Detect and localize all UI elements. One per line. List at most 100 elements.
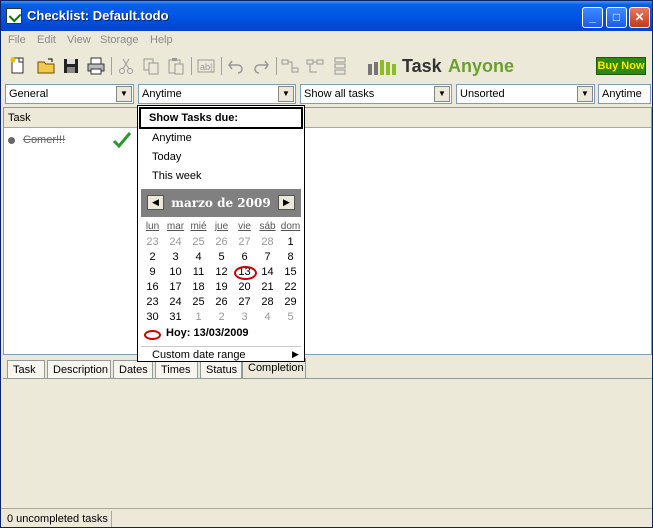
calendar-day[interactable]: 22 (279, 281, 302, 296)
calendar-day[interactable]: 1 (279, 236, 302, 251)
calendar-day[interactable]: 30 (141, 311, 164, 326)
calendar-day[interactable]: 3 (233, 311, 256, 326)
calendar-day[interactable]: 27 (233, 236, 256, 251)
delete-task-icon[interactable] (330, 56, 350, 76)
chevron-down-icon[interactable]: ▼ (116, 86, 132, 102)
chevron-down-icon[interactable]: ▼ (577, 86, 593, 102)
calendar-day[interactable]: 19 (210, 281, 233, 296)
calendar-month-title: marzo de 2009 (171, 196, 271, 210)
calendar-day[interactable]: 5 (210, 251, 233, 266)
close-button[interactable]: ✕ (629, 7, 650, 28)
menu-edit[interactable]: Edit (37, 34, 56, 46)
task-list[interactable]: Task Comer!!! (3, 107, 652, 355)
print-icon[interactable] (86, 56, 106, 76)
calendar-day[interactable]: 11 (187, 266, 210, 281)
chevron-down-icon[interactable]: ▼ (434, 86, 450, 102)
title-bar[interactable]: Checklist: Default.todo _ □ ✕ (1, 1, 652, 31)
calendar-day[interactable]: 24 (164, 296, 187, 311)
today-label[interactable]: Hoy: 13/03/2009 (166, 327, 249, 339)
menu-file[interactable]: File (8, 34, 26, 46)
toolbar-divider (276, 57, 277, 75)
calendar-day[interactable]: 29 (279, 296, 302, 311)
calendar-day[interactable]: 26 (210, 296, 233, 311)
tab-task[interactable]: Task (7, 360, 45, 379)
calendar-day[interactable]: 18 (187, 281, 210, 296)
buy-now-button[interactable]: Buy Now (596, 57, 646, 75)
category-combo[interactable]: General ▼ (5, 84, 134, 104)
calendar-day[interactable]: 25 (187, 296, 210, 311)
option-today[interactable]: Today (152, 151, 181, 163)
calendar-day[interactable]: 17 (164, 281, 187, 296)
calendar-day[interactable]: 28 (256, 236, 279, 251)
checkmark-icon[interactable] (112, 131, 132, 149)
maximize-button[interactable]: □ (606, 7, 627, 28)
tab-times[interactable]: Times (155, 360, 198, 379)
open-folder-icon[interactable] (36, 56, 56, 76)
menu-view[interactable]: View (67, 34, 91, 46)
sort-combo[interactable]: Unsorted ▼ (456, 84, 595, 104)
svg-text:ab|: ab| (200, 62, 212, 72)
calendar-day[interactable]: 4 (256, 311, 279, 326)
calendar-day[interactable]: 25 (187, 236, 210, 251)
category-value: General (9, 88, 49, 100)
calendar-day[interactable]: 26 (210, 236, 233, 251)
calendar-day[interactable]: 7 (256, 251, 279, 266)
calendar-day[interactable]: 15 (279, 266, 302, 281)
toolbar-divider (221, 57, 222, 75)
calendar-day[interactable]: 5 (279, 311, 302, 326)
calendar-day[interactable]: 9 (141, 266, 164, 281)
option-this-week[interactable]: This week (152, 170, 202, 182)
calendar-day[interactable]: 20 (233, 281, 256, 296)
custom-date-range-item[interactable]: Custom date range (152, 349, 246, 361)
chevron-down-icon[interactable]: ▼ (278, 86, 294, 102)
spellcheck-icon[interactable]: ab| (196, 56, 216, 76)
due-value: Anytime (142, 88, 182, 100)
tab-description[interactable]: Description (47, 360, 111, 379)
calendar-day[interactable]: 21 (256, 281, 279, 296)
calendar-day[interactable]: 23 (141, 236, 164, 251)
list-item[interactable]: Comer!!! (4, 130, 138, 150)
tab-status[interactable]: Status (200, 360, 242, 379)
calendar-day[interactable]: 16 (141, 281, 164, 296)
calendar-day[interactable]: 23 (141, 296, 164, 311)
calendar-day[interactable]: 27 (233, 296, 256, 311)
brand-task-text: Task (402, 56, 442, 76)
calendar-day[interactable]: 28 (256, 296, 279, 311)
menu-storage[interactable]: Storage (100, 34, 139, 46)
save-icon[interactable] (61, 56, 81, 76)
calendar-day[interactable]: 31 (164, 311, 187, 326)
minimize-button[interactable]: _ (582, 7, 603, 28)
calendar-day[interactable]: 14 (256, 266, 279, 281)
column-task-header[interactable]: Task (8, 112, 31, 124)
calendar-day[interactable]: 8 (279, 251, 302, 266)
paste-icon[interactable] (166, 56, 186, 76)
weekday-header: dom (280, 221, 301, 232)
cut-icon[interactable] (116, 56, 136, 76)
menu-help[interactable]: Help (150, 34, 173, 46)
weekday-header: lun (145, 221, 160, 232)
tab-dates[interactable]: Dates (113, 360, 153, 379)
calendar-day[interactable]: 24 (164, 236, 187, 251)
new-task-icon[interactable] (280, 56, 300, 76)
extra-combo[interactable]: Anytime (598, 84, 651, 104)
calendar-day[interactable]: 3 (164, 251, 187, 266)
calendar-day[interactable]: 6 (233, 251, 256, 266)
calendar-day[interactable]: 1 (187, 311, 210, 326)
calendar-day[interactable]: 12 (210, 266, 233, 281)
weekday-header: mié (190, 221, 207, 232)
new-file-icon[interactable] (8, 56, 28, 76)
show-combo[interactable]: Show all tasks ▼ (300, 84, 452, 104)
column-header: Task (4, 108, 651, 128)
calendar-day[interactable]: 2 (210, 311, 233, 326)
copy-icon[interactable] (141, 56, 161, 76)
new-subtask-icon[interactable] (305, 56, 325, 76)
redo-icon[interactable] (251, 56, 271, 76)
due-combo[interactable]: Anytime ▼ (138, 84, 296, 104)
calendar-day[interactable]: 4 (187, 251, 210, 266)
calendar-day[interactable]: 10 (164, 266, 187, 281)
calendar-day[interactable]: 2 (141, 251, 164, 266)
undo-icon[interactable] (226, 56, 246, 76)
option-anytime[interactable]: Anytime (152, 132, 192, 144)
today-highlight-icon (234, 266, 257, 280)
next-month-button[interactable]: ▶ (278, 195, 295, 210)
